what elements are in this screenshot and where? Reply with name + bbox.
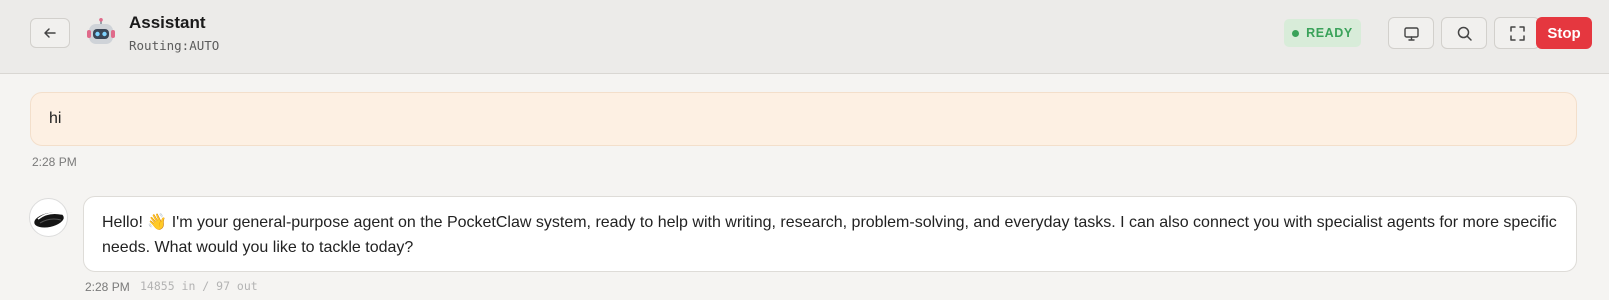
agent-avatar-icon bbox=[29, 198, 68, 237]
stop-button[interactable]: Stop bbox=[1536, 17, 1592, 49]
fullscreen-button[interactable] bbox=[1494, 17, 1540, 49]
robot-icon bbox=[87, 18, 115, 44]
search-button[interactable] bbox=[1441, 17, 1487, 49]
back-button[interactable] bbox=[30, 18, 70, 48]
user-message-time: 2:28 PM bbox=[32, 155, 77, 169]
status-dot bbox=[1292, 29, 1300, 37]
user-message: hi bbox=[30, 92, 1577, 146]
arrow-left-icon bbox=[44, 28, 56, 38]
assistant-message-text-rest: I'm your general-purpose agent on the Po… bbox=[102, 214, 1557, 256]
status-label: READY bbox=[1306, 26, 1353, 40]
search-icon bbox=[1457, 26, 1472, 41]
agent-title: Assistant bbox=[129, 13, 206, 32]
assistant-message-text-start: Hello! bbox=[102, 214, 148, 231]
user-message-text: hi bbox=[49, 110, 62, 127]
token-usage: 14855 in / 97 out bbox=[140, 279, 258, 293]
assistant-message-time: 2:28 PM bbox=[85, 280, 130, 294]
monitor-icon bbox=[1403, 26, 1419, 41]
chat-header: Assistant Routing:AUTO READY Stop bbox=[0, 0, 1609, 74]
fullscreen-icon bbox=[1509, 25, 1525, 41]
status-badge: READY bbox=[1284, 19, 1361, 47]
routing-label: Routing:AUTO bbox=[129, 38, 220, 53]
assistant-message: Hello! 👋 I'm your general-purpose agent … bbox=[83, 196, 1577, 272]
wave-emoji: 👋 bbox=[147, 214, 168, 231]
screen-button[interactable] bbox=[1388, 17, 1434, 49]
